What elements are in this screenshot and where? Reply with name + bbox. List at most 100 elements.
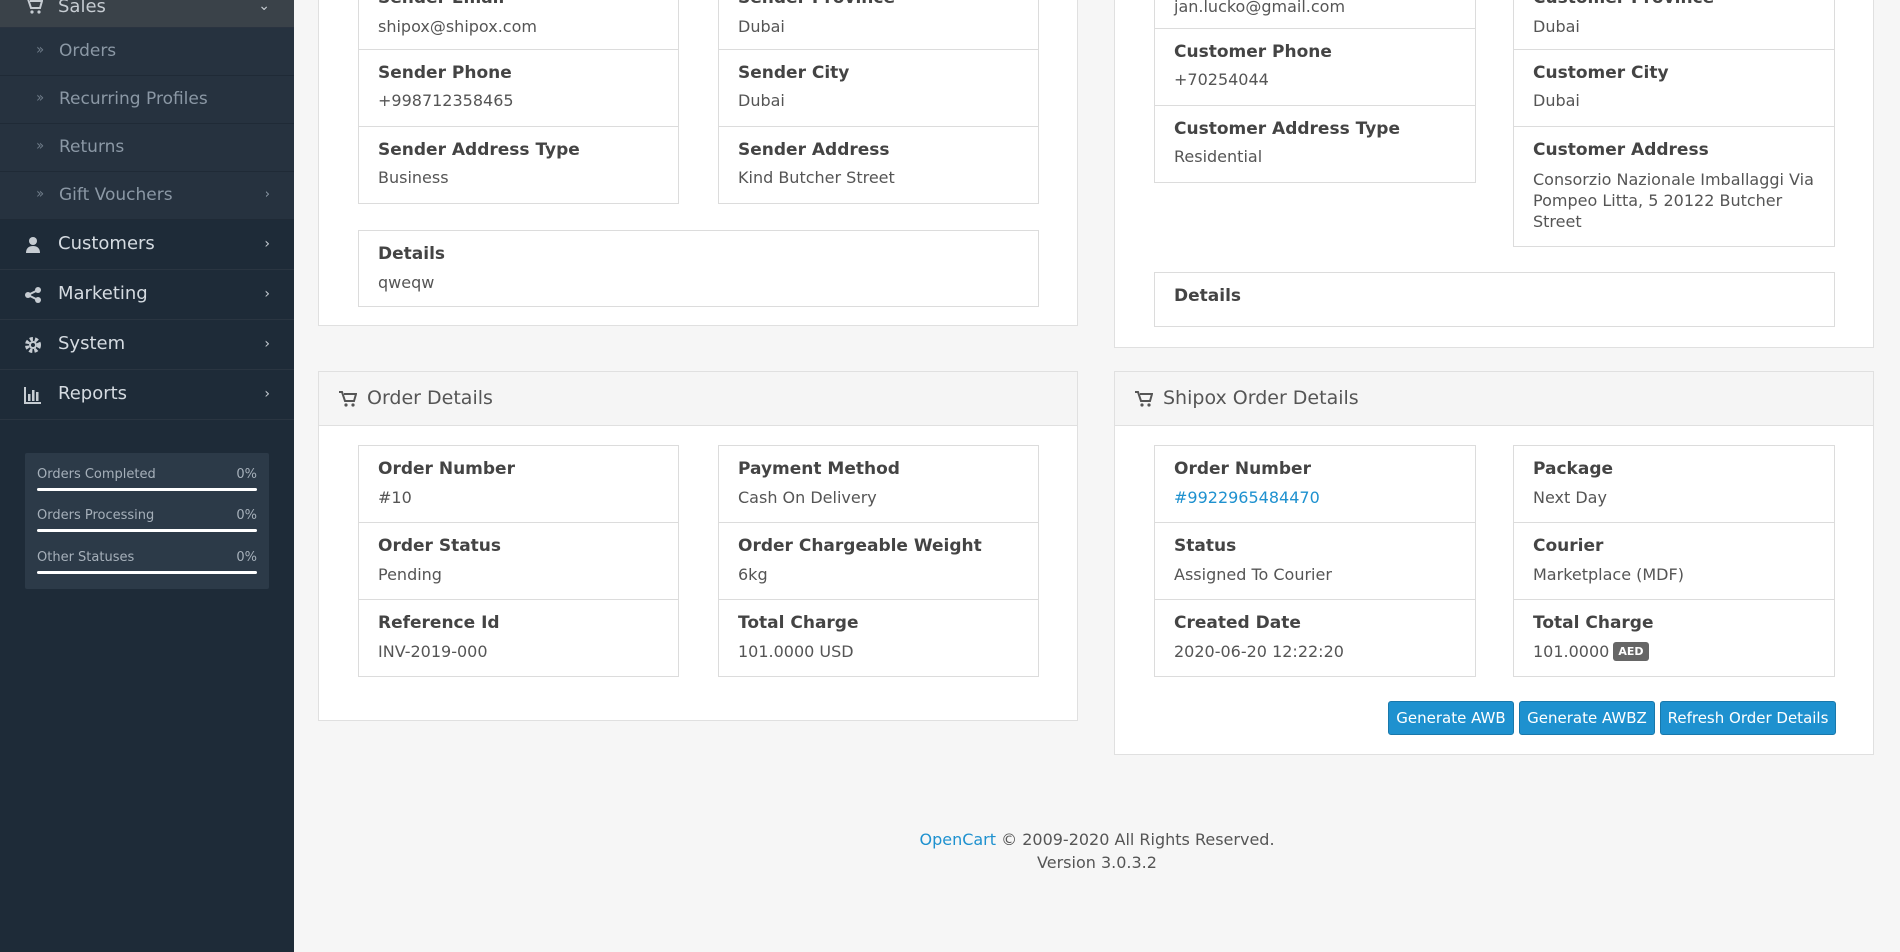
footer-copyright: © 2009-2020 All Rights Reserved. <box>996 830 1275 849</box>
shipox-status-cell: Status Assigned To Courier <box>1155 523 1475 600</box>
shipox-courier-value: Marketplace (MDF) <box>1533 565 1684 584</box>
customer-address-type-value: Residential <box>1174 147 1263 166</box>
customer-address-label: Customer Address <box>1533 140 1709 160</box>
shipox-total-value: 101.0000 AED <box>1533 642 1649 661</box>
chevron-down-icon: ⌄ <box>258 0 270 14</box>
payment-method-label: Payment Method <box>738 459 900 479</box>
shipox-package-label: Package <box>1533 459 1614 479</box>
progress-bar <box>37 529 257 532</box>
sidebar-item-returns[interactable]: ›› Returns <box>0 124 294 172</box>
shopping-cart-icon <box>1135 391 1153 407</box>
chevron-right-icon: › <box>264 386 270 402</box>
bar-chart-icon <box>24 387 41 404</box>
shipox-created-label: Created Date <box>1174 613 1301 633</box>
order-details-title: Order Details <box>367 387 493 409</box>
customer-email-value: jan.lucko@gmail.com <box>1174 0 1346 16</box>
sidebar-item-system[interactable]: System › <box>0 320 294 370</box>
shipox-right-box: Package Next Day Courier Marketplace (MD… <box>1513 445 1835 677</box>
stat-name: Other Statuses <box>37 550 135 565</box>
customer-phone-label: Customer Phone <box>1174 42 1332 62</box>
footer-copyright-line: OpenCart © 2009-2020 All Rights Reserved… <box>294 828 1900 851</box>
order-number-label: Order Number <box>378 459 515 479</box>
sender-details-value: qweqw <box>378 273 435 292</box>
sender-details-label: Details <box>378 244 446 264</box>
customer-address-value: Consorzio Nazionale Imballaggi Via Pompe… <box>1533 170 1814 231</box>
sender-address-type-cell: Sender Address Type Business <box>359 127 678 204</box>
sender-address-cell: Sender Address Kind Butcher Street <box>719 127 1038 204</box>
shipox-created-value: 2020-06-20 12:22:20 <box>1174 642 1344 661</box>
refresh-order-details-button[interactable]: Refresh Order Details <box>1660 701 1836 735</box>
chevron-right-icon: › <box>264 286 270 302</box>
shipox-package-value: Next Day <box>1533 488 1607 507</box>
customer-details-label: Details <box>1174 286 1242 306</box>
sidebar-item-label: System <box>58 333 126 354</box>
customer-phone-cell: Customer Phone +70254044 <box>1155 29 1475 106</box>
footer: OpenCart © 2009-2020 All Rights Reserved… <box>294 828 1900 874</box>
shipox-status-value: Assigned To Courier <box>1174 565 1332 584</box>
share-icon <box>25 287 41 303</box>
stat-percent: 0% <box>236 467 257 482</box>
reference-id-cell: Reference Id INV-2019-000 <box>359 600 678 677</box>
sidebar-item-marketing[interactable]: Marketing › <box>0 270 294 320</box>
nav-sales[interactable]: Sales ⌄ <box>0 0 294 28</box>
double-chevron-icon: ›› <box>36 186 44 202</box>
sender-panel: Sender Email shipox@shipox.com Sender Ph… <box>318 0 1078 326</box>
customer-details-box: Details <box>1154 272 1835 327</box>
shipox-order-number-link[interactable]: #9922965484470 <box>1174 488 1320 507</box>
customer-province-label: Customer Province <box>1533 0 1714 8</box>
sidebar-item-orders[interactable]: ›› Orders <box>0 28 294 76</box>
shipox-package-cell: Package Next Day <box>1514 446 1834 523</box>
shipox-created-cell: Created Date 2020-06-20 12:22:20 <box>1155 600 1475 677</box>
order-status-value: Pending <box>378 565 442 584</box>
sidebar-item-label: Returns <box>59 137 125 157</box>
shipox-total-label: Total Charge <box>1533 613 1654 633</box>
order-left-box: Order Number #10 Order Status Pending Re… <box>358 445 679 677</box>
sender-address-label: Sender Address <box>738 140 890 160</box>
order-details-panel: Order Details Order Number #10 Order Sta… <box>318 371 1078 721</box>
sender-email-label: Sender Email <box>378 0 504 8</box>
order-number-cell: Order Number #10 <box>359 446 678 523</box>
sidebar-item-label: Marketing <box>58 283 148 304</box>
sidebar-item-recurring-profiles[interactable]: ›› Recurring Profiles <box>0 76 294 124</box>
generate-awb-button[interactable]: Generate AWB <box>1388 701 1514 735</box>
double-chevron-icon: ›› <box>36 42 44 58</box>
shipox-courier-label: Courier <box>1533 536 1604 556</box>
reference-id-label: Reference Id <box>378 613 500 633</box>
sender-details-cell: Details qweqw <box>359 231 1038 308</box>
stat-name: Orders Processing <box>37 508 155 523</box>
order-right-box: Payment Method Cash On Delivery Order Ch… <box>718 445 1039 677</box>
total-charge-cell: Total Charge 101.0000 USD <box>719 600 1038 677</box>
shipox-left-box: Order Number #9922965484470 Status Assig… <box>1154 445 1476 677</box>
generate-awbz-button[interactable]: Generate AWBZ <box>1519 701 1655 735</box>
sender-phone-value: +998712358465 <box>378 91 514 110</box>
shipox-order-number-label: Order Number <box>1174 459 1311 479</box>
sender-address-type-label: Sender Address Type <box>378 140 580 160</box>
stat-percent: 0% <box>236 550 257 565</box>
shopping-cart-icon <box>339 391 357 407</box>
sidebar-item-label: Gift Vouchers <box>59 185 173 205</box>
customer-city-cell: Customer City Dubai <box>1514 50 1834 127</box>
order-stats-box: Orders Completed 0% Orders Processing 0%… <box>25 453 269 589</box>
shipox-header: Shipox Order Details <box>1115 372 1873 426</box>
sidebar-item-customers[interactable]: Customers › <box>0 220 294 270</box>
double-chevron-icon: ›› <box>36 138 44 154</box>
order-details-header: Order Details <box>319 372 1077 426</box>
sidebar-item-gift-vouchers[interactable]: ›› Gift Vouchers › <box>0 172 294 220</box>
sidebar: Sales ⌄ ›› Orders ›› Recurring Profiles … <box>0 0 294 952</box>
sender-city-value: Dubai <box>738 91 785 110</box>
opencart-link[interactable]: OpenCart <box>919 830 996 849</box>
sender-city-cell: Sender City Dubai <box>719 50 1038 127</box>
sidebar-item-label: Customers <box>58 233 155 254</box>
sidebar-item-reports[interactable]: Reports › <box>0 370 294 420</box>
chevron-right-icon: › <box>264 336 270 352</box>
chargeable-weight-cell: Order Chargeable Weight 6kg <box>719 523 1038 600</box>
customer-email-cell: jan.lucko@gmail.com <box>1155 0 1475 29</box>
customer-left-box: jan.lucko@gmail.com Customer Phone +7025… <box>1154 0 1476 183</box>
chevron-right-icon: › <box>264 187 270 202</box>
sender-left-box: Sender Email shipox@shipox.com Sender Ph… <box>358 0 679 204</box>
customer-right-box: Customer Province Dubai Customer City Du… <box>1513 0 1835 247</box>
total-charge-label: Total Charge <box>738 613 859 633</box>
currency-badge: AED <box>1613 642 1649 661</box>
customer-address-type-label: Customer Address Type <box>1174 119 1400 139</box>
shipox-title: Shipox Order Details <box>1163 387 1359 409</box>
